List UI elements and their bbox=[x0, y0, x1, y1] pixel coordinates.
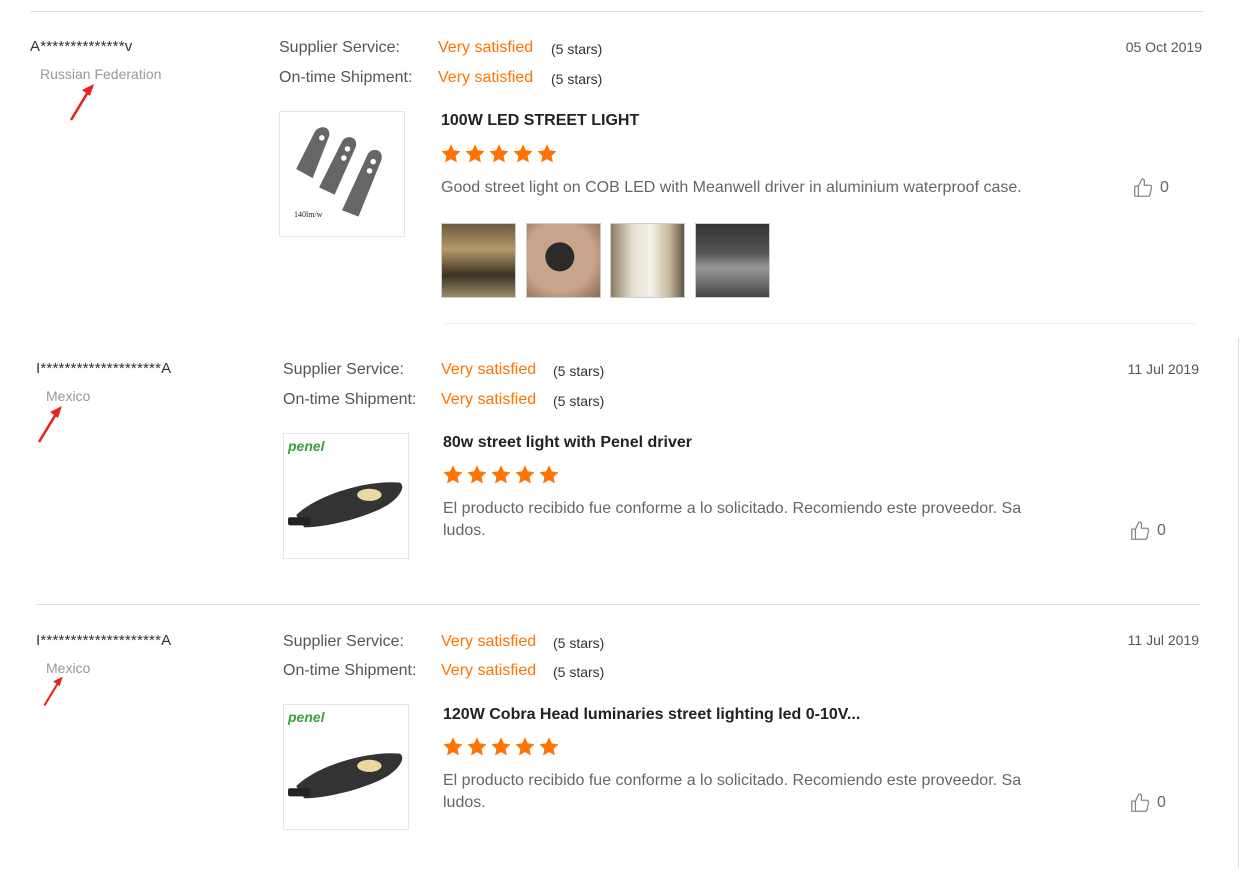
ontime-shipment-stars: (5 stars) bbox=[553, 393, 605, 409]
review-divider bbox=[36, 604, 1200, 605]
star-icon bbox=[464, 143, 486, 165]
brand-logo: penel bbox=[288, 709, 325, 725]
star-icon bbox=[490, 736, 512, 758]
product-thumbnail[interactable]: 140lm/w bbox=[279, 111, 405, 237]
supplier-service-rating: Very satisfied bbox=[441, 361, 537, 378]
ontime-shipment-stars: (5 stars) bbox=[553, 664, 605, 680]
supplier-service-rating: Very satisfied bbox=[438, 39, 534, 56]
review-comment: El producto recibido fue conforme a lo s… bbox=[443, 770, 1021, 814]
ontime-shipment-rating: Very satisfied bbox=[438, 69, 534, 86]
product-title[interactable]: 120W Cobra Head luminaries street lighti… bbox=[443, 706, 860, 724]
review-comment-line: ludos. bbox=[443, 522, 486, 539]
review-photo[interactable] bbox=[441, 223, 516, 298]
street-light-image-icon bbox=[280, 114, 404, 224]
review-comment: El producto recibido fue conforme a lo s… bbox=[443, 498, 1021, 542]
ontime-shipment-label: On-time Shipment: bbox=[279, 69, 413, 86]
supplier-service-label: Supplier Service: bbox=[279, 39, 400, 56]
star-icon bbox=[490, 464, 512, 486]
like-count: 0 bbox=[1160, 179, 1169, 197]
star-icon bbox=[514, 736, 536, 758]
red-arrow-icon bbox=[42, 674, 66, 708]
review-date: 05 Oct 2019 bbox=[1125, 39, 1202, 55]
brand-logo: penel bbox=[288, 438, 325, 454]
review-photo[interactable] bbox=[695, 223, 770, 298]
supplier-service-label: Supplier Service: bbox=[283, 361, 404, 378]
star-icon bbox=[538, 736, 560, 758]
ontime-shipment-rating: Very satisfied bbox=[441, 391, 537, 408]
red-arrow-icon bbox=[68, 82, 98, 122]
ontime-shipment-label: On-time Shipment: bbox=[283, 662, 417, 679]
red-arrow-icon bbox=[36, 404, 66, 444]
like-button[interactable]: 0 bbox=[1129, 520, 1166, 542]
reviewer-name: A**************v bbox=[30, 38, 133, 55]
street-light-image-icon bbox=[286, 741, 408, 811]
star-icon bbox=[488, 143, 510, 165]
review-comment-line: El producto recibido fue conforme a lo s… bbox=[443, 772, 1022, 789]
review-comment: Good street light on COB LED with Meanwe… bbox=[441, 179, 1022, 196]
scrollbar-track[interactable] bbox=[1238, 338, 1239, 868]
review-date: 11 Jul 2019 bbox=[1127, 361, 1199, 377]
review-comment-line: ludos. bbox=[443, 794, 486, 811]
star-icon bbox=[466, 736, 488, 758]
reviewer-name: I********************A bbox=[36, 360, 172, 377]
star-icon bbox=[440, 143, 462, 165]
top-divider bbox=[30, 11, 1203, 12]
review-photo[interactable] bbox=[526, 223, 601, 298]
product-rating-stars bbox=[440, 143, 560, 165]
star-icon bbox=[512, 143, 534, 165]
product-thumbnail[interactable]: penel bbox=[283, 704, 409, 830]
ontime-shipment-stars: (5 stars) bbox=[551, 71, 603, 87]
thumbnail-caption: 140lm/w bbox=[294, 210, 323, 219]
product-title[interactable]: 80w street light with Penel driver bbox=[443, 434, 692, 452]
star-icon bbox=[466, 464, 488, 486]
ontime-shipment-rating: Very satisfied bbox=[441, 662, 537, 679]
ontime-shipment-label: On-time Shipment: bbox=[283, 391, 417, 408]
star-icon bbox=[538, 464, 560, 486]
star-icon bbox=[514, 464, 536, 486]
product-title[interactable]: 100W LED STREET LIGHT bbox=[441, 112, 639, 130]
like-button[interactable]: 0 bbox=[1129, 792, 1166, 814]
review-date: 11 Jul 2019 bbox=[1127, 632, 1199, 648]
star-icon bbox=[442, 464, 464, 486]
star-icon bbox=[536, 143, 558, 165]
reviewer-country: Russian Federation bbox=[40, 66, 162, 82]
supplier-service-stars: (5 stars) bbox=[553, 363, 605, 379]
product-rating-stars bbox=[442, 464, 562, 486]
reviewer-name: I********************A bbox=[36, 632, 172, 649]
review-comment-line: El producto recibido fue conforme a lo s… bbox=[443, 500, 1022, 517]
supplier-service-stars: (5 stars) bbox=[553, 635, 605, 651]
thumbs-up-icon bbox=[1129, 520, 1151, 542]
review-divider bbox=[444, 323, 1196, 324]
supplier-service-rating: Very satisfied bbox=[441, 633, 537, 650]
thumbs-up-icon bbox=[1132, 177, 1154, 199]
like-button[interactable]: 0 bbox=[1132, 177, 1169, 199]
review-photo[interactable] bbox=[610, 223, 685, 298]
supplier-service-stars: (5 stars) bbox=[551, 41, 603, 57]
supplier-service-label: Supplier Service: bbox=[283, 633, 404, 650]
reviewer-country: Mexico bbox=[46, 388, 91, 404]
product-thumbnail[interactable]: penel bbox=[283, 433, 409, 559]
thumbs-up-icon bbox=[1129, 792, 1151, 814]
like-count: 0 bbox=[1157, 522, 1166, 540]
product-rating-stars bbox=[442, 736, 562, 758]
street-light-image-icon bbox=[286, 470, 408, 540]
star-icon bbox=[442, 736, 464, 758]
like-count: 0 bbox=[1157, 794, 1166, 812]
